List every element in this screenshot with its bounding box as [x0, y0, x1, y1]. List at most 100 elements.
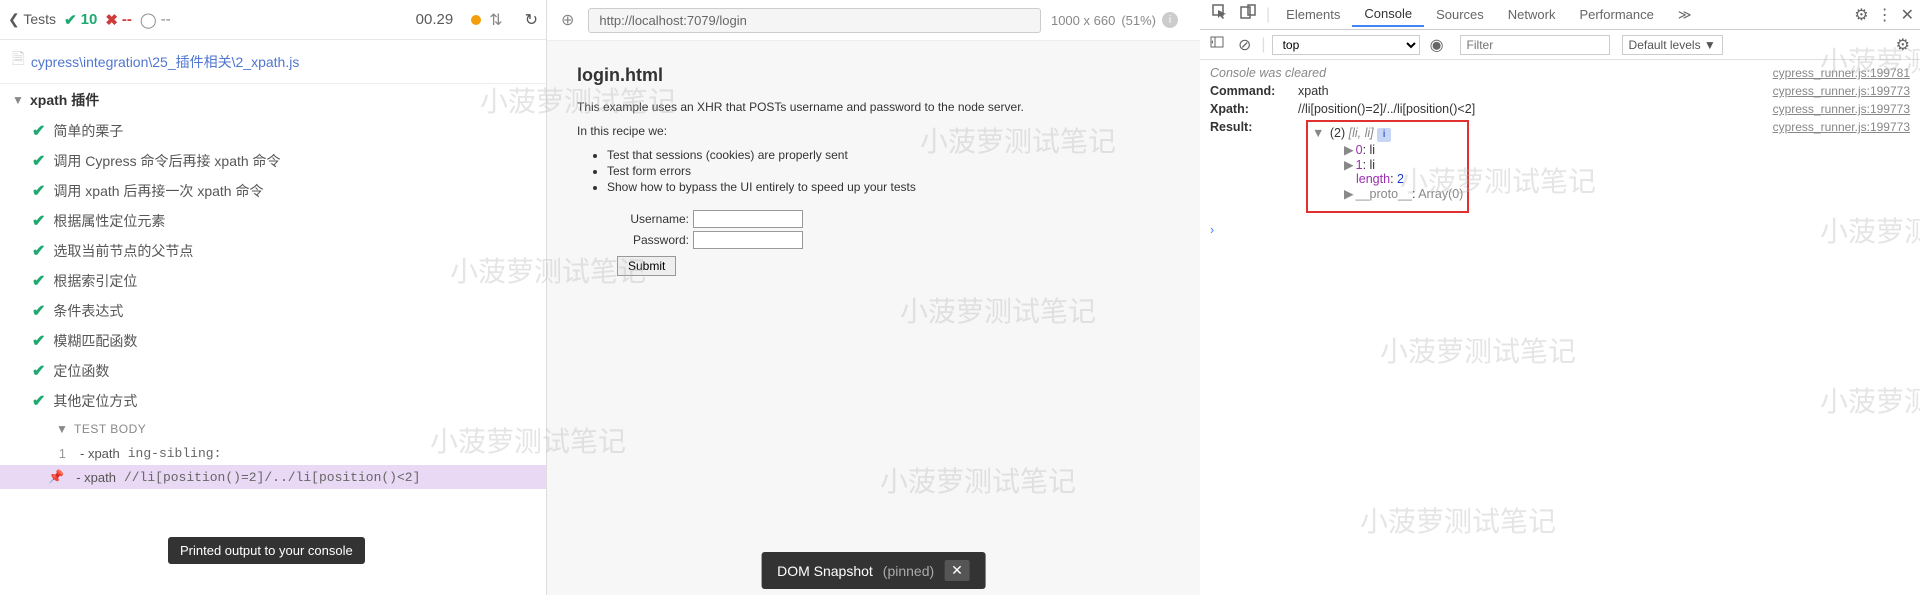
file-icon: 🗎: [12, 48, 25, 75]
test-header: ❮ Tests ✔ 10 ✖ -- ◯ -- 00.29 ⇅ ↻: [0, 0, 546, 40]
gear-icon[interactable]: ⚙: [1892, 33, 1914, 57]
test-name: 简单的栗子: [53, 121, 123, 141]
test-item[interactable]: ✔条件表达式: [0, 296, 546, 326]
auto-scroll-icon[interactable]: ⇅: [489, 10, 502, 30]
device-icon[interactable]: [1234, 0, 1262, 29]
test-name: 调用 Cypress 命令后再接 xpath 命令: [53, 151, 280, 171]
info-icon[interactable]: i: [1162, 12, 1178, 28]
source-link[interactable]: cypress_runner.js:199773: [1773, 84, 1910, 98]
snapshot-label: DOM Snapshot: [777, 563, 873, 579]
source-link[interactable]: cypress_runner.js:199773: [1773, 120, 1910, 134]
sidebar-toggle-icon[interactable]: [1206, 33, 1228, 56]
test-item[interactable]: ✔简单的栗子: [0, 116, 546, 146]
filter-input[interactable]: [1460, 35, 1610, 55]
check-icon: ✔: [32, 271, 45, 291]
tab-elements[interactable]: Elements: [1274, 3, 1352, 26]
selector-playground-icon[interactable]: ⊕: [557, 6, 578, 34]
inspect-icon[interactable]: [1206, 0, 1234, 29]
kebab-icon[interactable]: ⋮: [1877, 5, 1893, 25]
test-item[interactable]: ✔ 定位函数: [0, 356, 546, 386]
password-label: Password:: [617, 233, 689, 247]
command-value: xpath: [1298, 84, 1773, 98]
close-icon[interactable]: ✕: [944, 560, 970, 581]
tab-sources[interactable]: Sources: [1424, 3, 1496, 26]
recipe-bullet: Test that sessions (cookies) are properl…: [607, 148, 1170, 162]
context-select[interactable]: top: [1272, 35, 1420, 55]
devtools-tabs: | Elements Console Sources Network Perfo…: [1200, 0, 1920, 30]
more-tabs-icon[interactable]: ≫: [1666, 3, 1704, 27]
recipe-bullet: Test form errors: [607, 164, 1170, 178]
tests-back-button[interactable]: ❮ Tests: [8, 11, 56, 28]
username-input[interactable]: [693, 210, 803, 228]
username-row: Username:: [617, 210, 1170, 228]
pin-icon: 📌: [48, 469, 64, 485]
test-name: 根据属性定位元素: [53, 211, 165, 231]
command-row[interactable]: 1 - xpath ing-sibling:: [0, 442, 546, 465]
expand-icon[interactable]: ▼: [1312, 126, 1324, 140]
console-body: Console was cleared cypress_runner.js:19…: [1200, 60, 1920, 595]
tab-console[interactable]: Console: [1352, 2, 1424, 27]
command-message: //li[position()=2]/../li[position()<2]: [124, 470, 420, 485]
divider: |: [1262, 6, 1274, 24]
gear-icon[interactable]: ⚙: [1854, 5, 1868, 25]
command-row-pinned[interactable]: 📌 - xpath //li[position()=2]/../li[posit…: [0, 465, 546, 489]
test-item[interactable]: ✔ 调用 Cypress 命令后再接 xpath 命令: [0, 146, 546, 176]
check-icon: ✔: [32, 211, 45, 231]
command-message: ing-sibling:: [128, 446, 222, 461]
command-label: Command:: [1210, 84, 1298, 98]
result-label: Result:: [1210, 120, 1298, 134]
tab-network[interactable]: Network: [1496, 3, 1568, 26]
proto-val: Array(0): [1418, 187, 1463, 201]
source-link[interactable]: cypress_runner.js:199773: [1773, 102, 1910, 116]
test-item[interactable]: ✔其他定位方式: [0, 386, 546, 416]
preview-content: login.html This example uses an XHR that…: [547, 41, 1200, 300]
check-icon: ✔: [32, 241, 45, 261]
divider: |: [1261, 36, 1265, 54]
source-link[interactable]: cypress_runner.js:199781: [1773, 66, 1910, 80]
test-name: 根据索引定位: [53, 271, 137, 291]
obj-val: li: [1370, 143, 1376, 157]
test-runner-panel: ❮ Tests ✔ 10 ✖ -- ◯ -- 00.29 ⇅ ↻ 🗎 cypre…: [0, 0, 547, 595]
scale-info: 1000 x 660 (51%) i: [1051, 12, 1190, 28]
duration: 00.29: [416, 11, 454, 28]
expand-icon[interactable]: ▶: [1344, 158, 1354, 172]
levels-select[interactable]: Default levels ▼: [1622, 35, 1723, 55]
test-name: 定位函数: [53, 361, 109, 381]
array-length: (2): [1330, 126, 1345, 140]
fail-count: ✖ --: [105, 11, 132, 29]
obj-val: li: [1370, 158, 1376, 172]
password-row: Password:: [617, 231, 1170, 249]
recipe-bullet: Show how to bypass the UI entirely to sp…: [607, 180, 1170, 194]
test-item[interactable]: ✔ 根据索引定位: [0, 266, 546, 296]
password-input[interactable]: [693, 231, 803, 249]
expand-icon[interactable]: ▶: [1344, 143, 1354, 157]
reload-icon[interactable]: ↻: [525, 10, 538, 30]
snapshot-state: (pinned): [883, 563, 934, 579]
url-input[interactable]: [588, 8, 1041, 33]
test-name: 调用 xpath 后再接一次 xpath 命令: [53, 181, 263, 201]
tooltip: Printed output to your console: [168, 537, 365, 564]
status-dot-icon: [471, 15, 481, 25]
expand-icon[interactable]: ▶: [1344, 187, 1354, 201]
tab-performance[interactable]: Performance: [1567, 3, 1665, 26]
url-bar: ⊕ 1000 x 660 (51%) i: [547, 0, 1200, 41]
test-name: 条件表达式: [53, 301, 123, 321]
test-item[interactable]: ✔模糊匹配函数: [0, 326, 546, 356]
recipe-list: Test that sessions (cookies) are properl…: [607, 148, 1170, 194]
test-item[interactable]: ✔ 选取当前节点的父节点: [0, 236, 546, 266]
test-item[interactable]: ✔ 根据属性定位元素: [0, 206, 546, 236]
check-icon: ✔: [32, 151, 45, 171]
suite-row[interactable]: ▼ xpath 插件: [0, 84, 546, 116]
submit-button[interactable]: Submit: [617, 256, 676, 276]
check-icon: ✔: [32, 361, 45, 381]
length-val: 2: [1397, 172, 1404, 186]
snapshot-bar: DOM Snapshot (pinned) ✕: [761, 552, 986, 589]
clear-console-icon[interactable]: ⊘: [1234, 33, 1255, 57]
eye-icon[interactable]: ◉: [1426, 33, 1448, 57]
test-name: 选取当前节点的父节点: [53, 241, 193, 261]
file-bar[interactable]: 🗎 cypress\integration\25_插件相关\2_xpath.js: [0, 40, 546, 84]
close-devtools-icon[interactable]: ✕: [1901, 5, 1914, 25]
test-item[interactable]: ✔调用 xpath 后再接一次 xpath 命令: [0, 176, 546, 206]
console-prompt[interactable]: ›: [1200, 215, 1920, 237]
info-badge-icon[interactable]: i: [1377, 128, 1391, 142]
